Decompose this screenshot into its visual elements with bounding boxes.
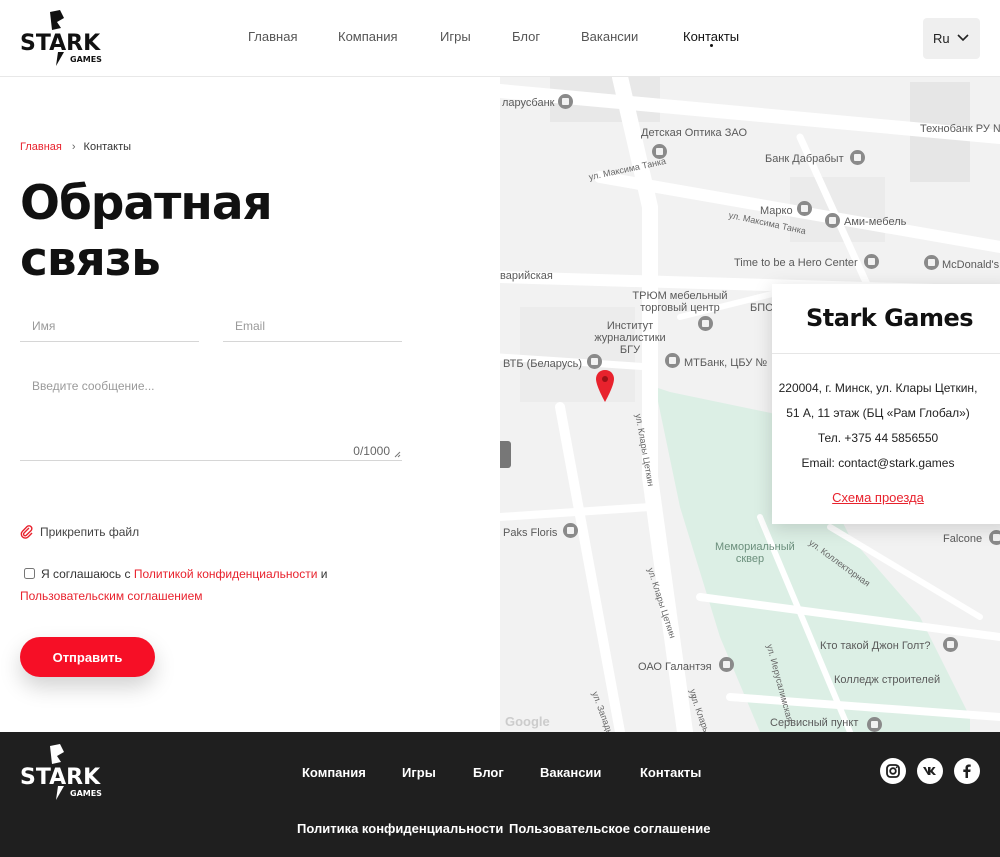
nav-contacts[interactable]: Контакты	[683, 29, 739, 44]
footer-logo-sub: GAMES	[70, 789, 102, 798]
submit-button[interactable]: Отправить	[20, 637, 155, 677]
page-title: Обратная связь	[20, 176, 440, 288]
map-label: ТРЮМ мебельный торговый центр	[632, 290, 728, 314]
character-counter: 0/1000	[353, 444, 390, 458]
map-label: Falcone	[943, 533, 983, 545]
map-label: ларусбанк	[502, 97, 555, 109]
attach-file-label: Прикрепить файл	[40, 525, 140, 539]
card-address-line2: 51 А, 11 этаж (БЦ «Рам Глобал»)	[786, 406, 970, 420]
active-nav-indicator	[710, 44, 713, 47]
chevron-down-icon	[957, 34, 969, 42]
shopping-bag-icon[interactable]	[797, 201, 812, 216]
map-label: Paks Floris	[503, 527, 558, 539]
map-label: Кто такой Джон Голт?	[820, 640, 931, 652]
service-icon[interactable]	[867, 717, 882, 732]
bank-icon[interactable]	[587, 354, 602, 369]
contact-info-card: Stark Games 220004, г. Минск, ул. Клары …	[772, 284, 1000, 524]
location-pin-icon[interactable]	[596, 370, 614, 402]
instagram-icon[interactable]	[880, 758, 906, 784]
site-header: STARK GAMES Главная Компания Игры Блог В…	[0, 0, 1000, 77]
footer-logo[interactable]: STARK GAMES	[20, 742, 112, 807]
footer-privacy-link[interactable]: Политика конфиденциальности	[297, 821, 503, 836]
card-address-line1: 220004, г. Минск, ул. Клары Цеткин,	[778, 381, 978, 395]
footer-nav-vacancies[interactable]: Вакансии	[540, 765, 601, 780]
map-label: Ами-мебель	[844, 216, 907, 228]
nav-company[interactable]: Компания	[338, 29, 398, 44]
place-icon[interactable]	[989, 530, 1000, 545]
breadcrumb-home[interactable]: Главная	[20, 141, 62, 153]
site-footer: STARK GAMES Компания Игры Блог Вакансии …	[0, 732, 1000, 857]
place-icon[interactable]	[719, 657, 734, 672]
map-label: Детская Оптика ЗАО	[641, 127, 748, 139]
privacy-policy-link[interactable]: Политикой конфиденциальности	[134, 567, 318, 581]
consent-checkbox[interactable]	[24, 568, 35, 579]
card-phone: Тел. +375 44 5856550	[817, 431, 939, 445]
paperclip-icon	[20, 525, 33, 539]
restaurant-icon[interactable]	[924, 255, 939, 270]
bank-icon[interactable]	[665, 353, 680, 368]
footer-nav-contacts[interactable]: Контакты	[640, 765, 701, 780]
map-label: Марко	[760, 205, 793, 217]
user-agreement-link[interactable]: Пользовательским соглашением	[20, 589, 203, 603]
breadcrumb-current: Контакты	[83, 141, 132, 153]
card-title: Stark Games	[806, 304, 974, 332]
nav-home[interactable]: Главная	[248, 29, 297, 44]
footer-nav-games[interactable]: Игры	[402, 765, 436, 780]
message-field[interactable]	[20, 370, 402, 450]
language-selector[interactable]: Ru	[923, 18, 980, 59]
resize-handle-icon[interactable]	[394, 451, 401, 458]
nav-blog[interactable]: Блог	[512, 29, 540, 44]
restaurant-icon[interactable]	[864, 254, 879, 269]
bank-icon[interactable]	[850, 150, 865, 165]
email-field[interactable]	[223, 306, 402, 333]
route-scheme-link[interactable]: Схема проезда	[832, 490, 924, 505]
consent-and: и	[320, 567, 328, 581]
vk-icon[interactable]	[917, 758, 943, 784]
breadcrumb: Главная › Контакты	[20, 141, 131, 153]
language-label: Ru	[933, 31, 950, 46]
shopping-bag-icon[interactable]	[698, 316, 713, 331]
map-label: McDonald's	[942, 259, 1000, 271]
main-nav: Главная Компания Игры Блог Вакансии Конт…	[0, 0, 1000, 77]
nav-games[interactable]: Игры	[440, 29, 471, 44]
page-title-line1: Обратная	[20, 176, 273, 231]
page-title-line2: связь	[20, 232, 161, 287]
name-field[interactable]	[20, 306, 199, 333]
consent-block: Я соглашаюсь с Политикой конфиденциально…	[20, 563, 440, 607]
bank-icon[interactable]	[558, 94, 573, 109]
consent-prefix: Я соглашаюсь с	[41, 567, 131, 581]
nav-vacancies[interactable]: Вакансии	[581, 29, 638, 44]
map-label: МТБанк, ЦБУ №	[684, 357, 768, 369]
route-link-wrap: Схема проезда	[758, 490, 998, 505]
map-label: БПС	[750, 302, 774, 314]
facebook-icon[interactable]	[954, 758, 980, 784]
map-label: Институт журналистики БГУ	[594, 320, 666, 356]
attach-file-button[interactable]: Прикрепить файл	[20, 525, 139, 539]
email-field-wrapper	[223, 306, 402, 342]
map-label: ВТБ (Беларусь)	[503, 358, 583, 370]
map-label: Мемориальный сквер	[715, 541, 795, 565]
name-field-wrapper	[20, 306, 199, 342]
map-collapse-handle[interactable]	[500, 441, 511, 468]
map-label: ОАО Галантэя	[638, 661, 712, 673]
map-label: Колледж строителей	[834, 674, 941, 686]
footer-terms-link[interactable]: Пользовательское соглашение	[509, 821, 710, 836]
google-logo: Google	[505, 714, 550, 729]
footer-nav-company[interactable]: Компания	[302, 765, 366, 780]
chevron-right-icon: ›	[71, 141, 76, 153]
card-email: Email: contact@stark.games	[801, 456, 955, 470]
flower-shop-icon[interactable]	[563, 523, 578, 538]
message-field-wrapper: 0/1000	[20, 370, 402, 461]
map-label: Банк Дабрабыт	[765, 153, 844, 165]
shopping-bag-icon[interactable]	[825, 213, 840, 228]
place-icon[interactable]	[943, 637, 958, 652]
street-label: варийская	[500, 270, 553, 282]
map-label: Time to be a Hero Center	[734, 257, 858, 269]
footer-nav-blog[interactable]: Блог	[473, 765, 504, 780]
map-label: Технобанк РУ №	[920, 123, 1000, 135]
